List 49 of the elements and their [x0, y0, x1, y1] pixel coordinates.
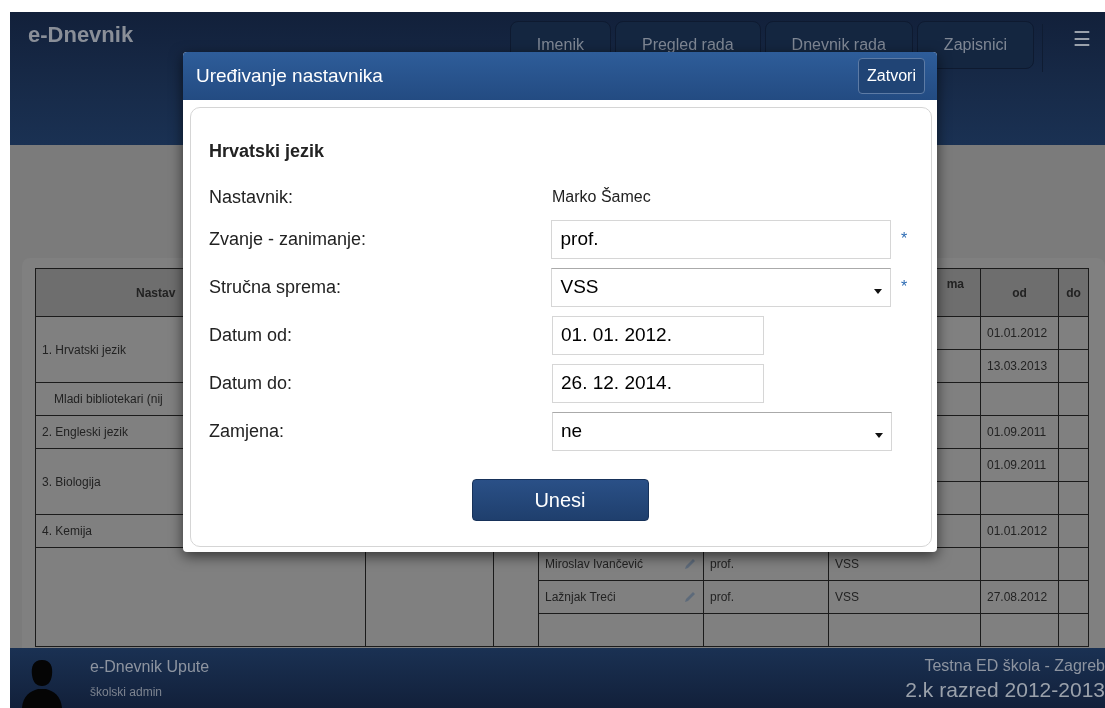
- dropdown-select[interactable]: ne: [552, 411, 892, 451]
- column-header: Nastav: [136, 285, 176, 300]
- subject-name: 1. Hrvatski jezik: [42, 342, 127, 357]
- table-cell-text: 13.03.2013: [987, 359, 1048, 373]
- table-cell-text: 01.09.2011: [987, 458, 1047, 472]
- caret-icon: [875, 432, 883, 438]
- teacher-name: Miroslav Ivančević: [545, 556, 644, 573]
- column-header: do: [1066, 285, 1081, 300]
- app-brand[interactable]: e-Dnevnik: [28, 18, 134, 51]
- dropdown-select[interactable]: VSS: [551, 267, 891, 307]
- table-cell-text: 01.09.2011: [987, 425, 1047, 439]
- table-cell-text: prof.: [710, 557, 734, 571]
- pencil-icon[interactable]: [683, 590, 697, 604]
- subject-name: 2. Engleski jezik: [42, 425, 129, 439]
- text-field[interactable]: prof.: [551, 219, 891, 259]
- field-label: Stručna sprema:: [209, 275, 343, 299]
- caret-icon: [874, 288, 882, 294]
- date-field[interactable]: 26. 12. 2014.: [552, 363, 764, 403]
- table-cell-text: VSS: [835, 557, 859, 571]
- column-header: od: [1012, 285, 1027, 300]
- field-label: Zamjena:: [209, 419, 286, 443]
- field-label: Datum od:: [209, 323, 294, 347]
- nav-tab[interactable]: Zapisnici: [916, 21, 1034, 69]
- class-year: 2.k razred 2012-2013: [905, 678, 1105, 702]
- field-label: Datum do:: [209, 371, 294, 395]
- table-cell-text: 01.01.2012: [987, 524, 1048, 538]
- column-header: ma: [946, 277, 964, 291]
- date-field[interactable]: 01. 01. 2012.: [552, 315, 764, 355]
- required-mark: *: [900, 277, 909, 297]
- table-cell-text: 27.08.2012: [987, 590, 1048, 604]
- subject-heading: Hrvatski jezik: [209, 140, 326, 163]
- subject-name: 3. Biologija: [42, 474, 101, 489]
- user-role: školski admin: [90, 684, 164, 701]
- field-value: Marko Šamec: [552, 186, 651, 207]
- subject-name: Mladi bibliotekari (nij: [54, 392, 163, 406]
- submit-button[interactable]: Unesi: [471, 479, 649, 521]
- close-button[interactable]: Zatvori: [858, 58, 925, 94]
- table-cell-text: prof.: [710, 590, 734, 604]
- subject-name: 4. Kemija: [42, 524, 93, 538]
- footer-title[interactable]: e-Dnevnik Upute: [90, 655, 210, 679]
- pencil-icon[interactable]: [683, 557, 697, 571]
- modal-title: Uređivanje nastavnika: [196, 63, 383, 88]
- field-label: Nastavnik:: [209, 185, 295, 209]
- teacher-name: Lažnjak Treći: [545, 589, 616, 606]
- school-name: Testna ED škola - Zagreb: [924, 656, 1105, 677]
- table-cell-text: 01.01.2012: [987, 326, 1048, 340]
- table-cell-text: VSS: [835, 590, 859, 604]
- field-label: Zvanje - zanimanje:: [209, 227, 368, 251]
- required-mark: *: [900, 229, 909, 249]
